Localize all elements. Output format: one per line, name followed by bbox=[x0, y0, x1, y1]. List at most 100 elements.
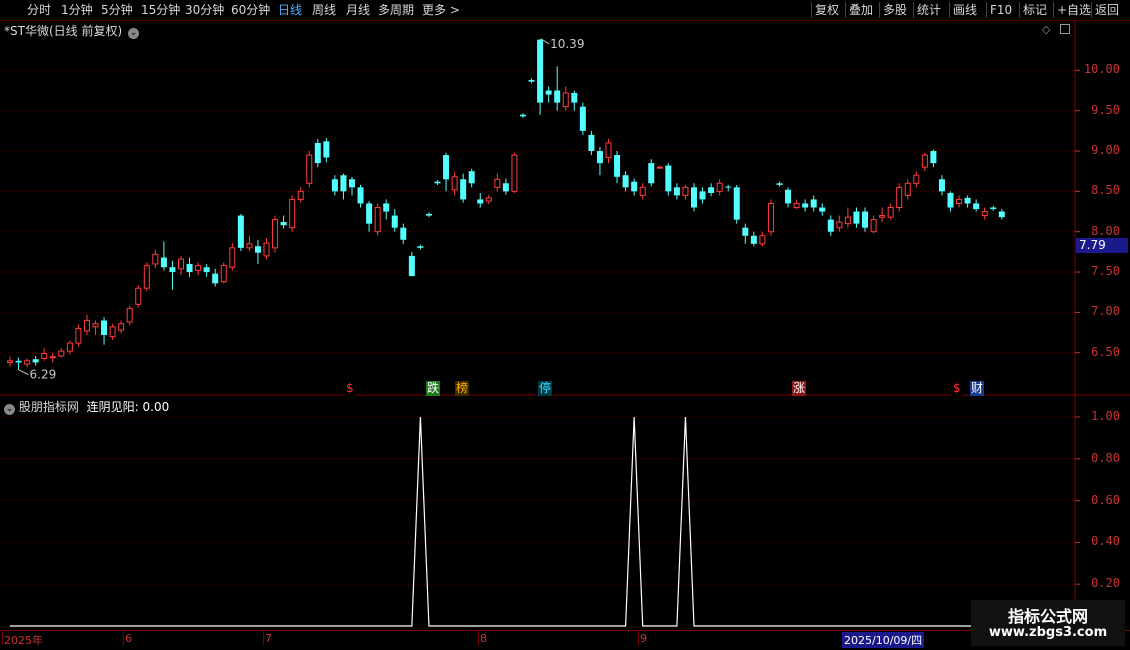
candle[interactable] bbox=[656, 165, 663, 169]
candle[interactable] bbox=[289, 195, 296, 232]
candle[interactable] bbox=[956, 195, 963, 208]
candle[interactable] bbox=[947, 191, 954, 212]
candle[interactable] bbox=[862, 207, 868, 232]
candle[interactable] bbox=[425, 212, 432, 218]
candle[interactable] bbox=[92, 320, 99, 335]
candle[interactable] bbox=[246, 235, 253, 252]
candle[interactable] bbox=[383, 199, 390, 220]
candle[interactable] bbox=[340, 173, 347, 200]
indicator-name[interactable]: 股朋指标网 bbox=[19, 400, 79, 414]
candle[interactable] bbox=[708, 183, 715, 197]
candle[interactable] bbox=[725, 184, 732, 192]
candle[interactable] bbox=[716, 179, 723, 196]
candle[interactable] bbox=[819, 203, 826, 216]
candle[interactable] bbox=[673, 183, 680, 200]
candle[interactable] bbox=[904, 179, 911, 200]
candle[interactable] bbox=[699, 187, 706, 204]
candle[interactable] bbox=[323, 138, 330, 163]
signal-badge[interactable]: $ bbox=[952, 381, 962, 396]
candle[interactable] bbox=[58, 347, 65, 358]
candle[interactable] bbox=[639, 183, 646, 200]
candle[interactable] bbox=[844, 207, 851, 228]
candle[interactable] bbox=[759, 231, 766, 247]
settings-dot-icon[interactable]: ⌄ bbox=[4, 404, 15, 415]
candle[interactable] bbox=[314, 138, 321, 168]
candle[interactable] bbox=[887, 203, 894, 220]
candle[interactable] bbox=[691, 183, 697, 212]
candle[interactable] bbox=[930, 149, 937, 168]
candle[interactable] bbox=[520, 113, 526, 118]
candle[interactable] bbox=[896, 183, 903, 212]
candle[interactable] bbox=[571, 90, 578, 111]
candle[interactable] bbox=[554, 66, 561, 111]
candle[interactable] bbox=[417, 244, 424, 250]
candle[interactable] bbox=[537, 38, 544, 115]
candle[interactable] bbox=[938, 175, 945, 196]
panel-toggle-icon[interactable] bbox=[1060, 24, 1070, 34]
candle[interactable] bbox=[545, 86, 552, 103]
candle[interactable] bbox=[981, 207, 988, 220]
candle[interactable] bbox=[614, 151, 621, 184]
candle[interactable] bbox=[998, 209, 1005, 220]
candle[interactable] bbox=[135, 284, 142, 308]
candle[interactable] bbox=[143, 262, 150, 292]
candle[interactable] bbox=[254, 239, 261, 264]
candle[interactable] bbox=[169, 260, 176, 290]
candle[interactable] bbox=[237, 213, 244, 252]
candle[interactable] bbox=[203, 263, 210, 277]
price-chart[interactable]: 10.39 6.29 bbox=[0, 0, 1130, 650]
candle[interactable] bbox=[605, 138, 612, 164]
candle[interactable] bbox=[49, 352, 56, 363]
candle[interactable] bbox=[263, 238, 270, 260]
candle[interactable] bbox=[272, 215, 279, 253]
candle[interactable] bbox=[682, 184, 689, 200]
candle[interactable] bbox=[460, 173, 467, 203]
candle[interactable] bbox=[879, 207, 886, 223]
candle[interactable] bbox=[24, 358, 31, 368]
candle[interactable] bbox=[913, 171, 920, 188]
candle[interactable] bbox=[160, 241, 167, 271]
candle[interactable] bbox=[195, 262, 202, 276]
candle[interactable] bbox=[767, 199, 774, 236]
diamond-icon[interactable]: ◇ bbox=[1042, 23, 1050, 36]
candle[interactable] bbox=[785, 187, 792, 208]
candle[interactable] bbox=[434, 180, 441, 185]
candle[interactable] bbox=[485, 194, 492, 205]
candle[interactable] bbox=[408, 251, 415, 277]
candle[interactable] bbox=[400, 223, 407, 244]
candle[interactable] bbox=[562, 86, 569, 111]
candle[interactable] bbox=[451, 172, 458, 196]
candle[interactable] bbox=[357, 184, 364, 208]
candle[interactable] bbox=[631, 178, 638, 196]
candle[interactable] bbox=[152, 249, 159, 269]
candle[interactable] bbox=[118, 320, 125, 334]
candle[interactable] bbox=[75, 324, 82, 347]
candle[interactable] bbox=[588, 130, 595, 156]
candle[interactable] bbox=[648, 159, 655, 187]
candle[interactable] bbox=[622, 171, 629, 192]
candle[interactable] bbox=[15, 357, 22, 370]
candle[interactable] bbox=[101, 317, 108, 345]
candle[interactable] bbox=[870, 215, 877, 234]
chevron-down-icon[interactable]: ⌄ bbox=[127, 28, 139, 39]
candle[interactable] bbox=[109, 323, 116, 340]
candle[interactable] bbox=[964, 195, 971, 208]
signal-badge[interactable]: 涨 bbox=[792, 381, 807, 396]
candle[interactable] bbox=[443, 152, 450, 192]
candle[interactable] bbox=[793, 199, 800, 210]
candle[interactable] bbox=[186, 257, 193, 277]
candle[interactable] bbox=[212, 268, 219, 287]
candle[interactable] bbox=[733, 184, 740, 224]
candle[interactable] bbox=[178, 255, 184, 276]
candle[interactable] bbox=[331, 175, 338, 196]
candle[interactable] bbox=[579, 102, 586, 135]
candle[interactable] bbox=[229, 243, 236, 271]
candle[interactable] bbox=[810, 195, 817, 212]
signal-badge[interactable]: 跌 bbox=[426, 381, 441, 396]
candle[interactable] bbox=[126, 305, 133, 326]
candle[interactable] bbox=[468, 168, 475, 188]
candle[interactable] bbox=[220, 262, 227, 284]
candle[interactable] bbox=[366, 201, 373, 232]
candle[interactable] bbox=[297, 187, 304, 203]
candle[interactable] bbox=[306, 151, 313, 188]
